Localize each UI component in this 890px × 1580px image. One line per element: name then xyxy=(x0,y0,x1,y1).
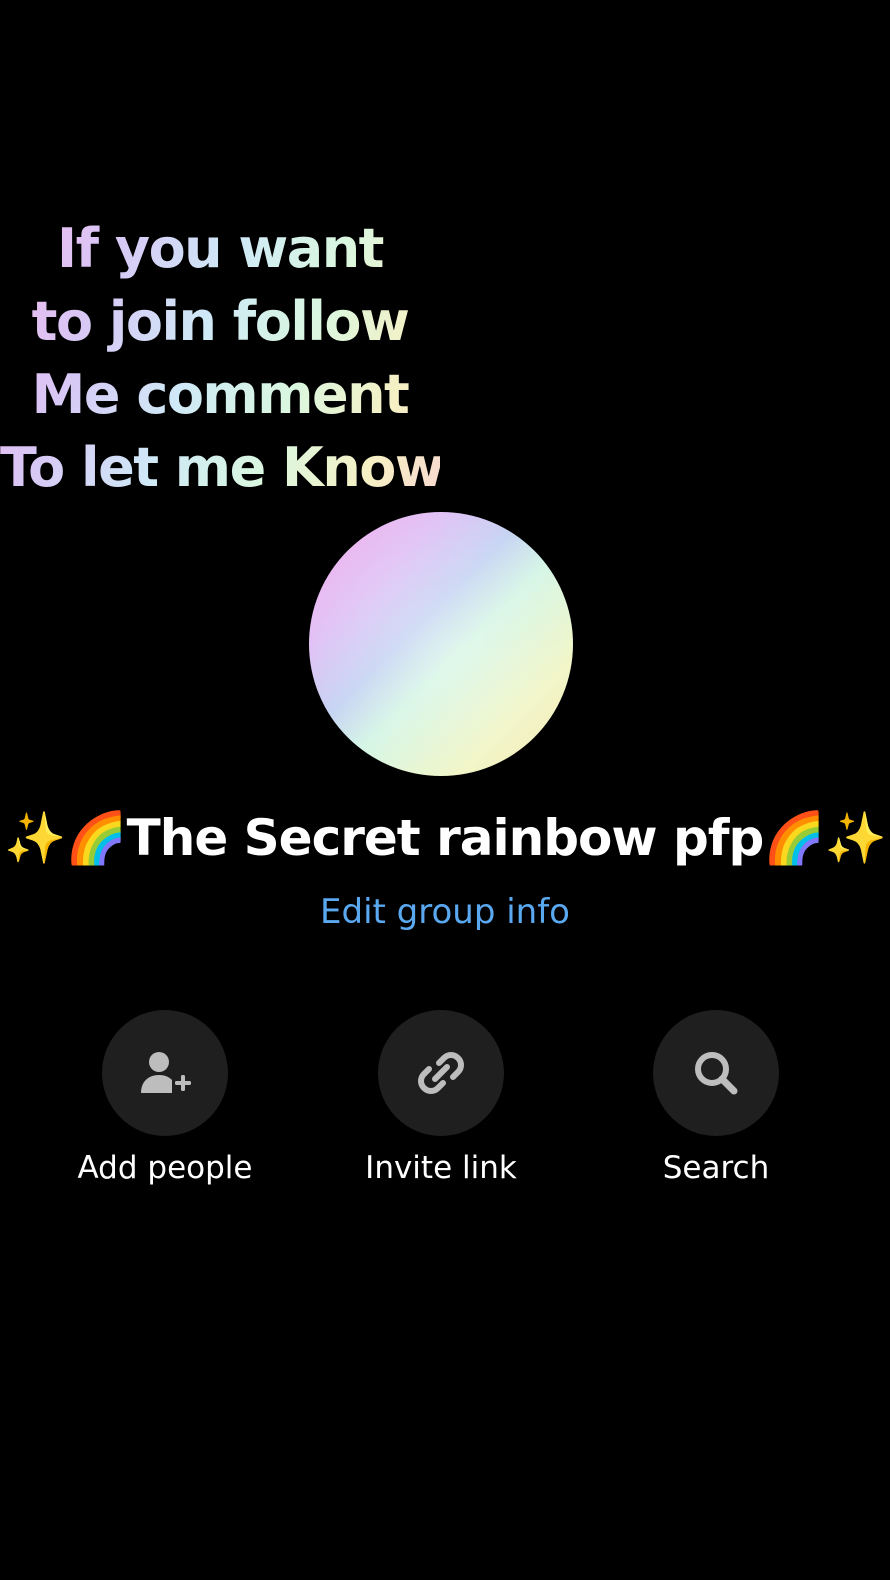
search-icon-circle[interactable] xyxy=(653,1010,779,1136)
add-people-icon-circle[interactable] xyxy=(102,1010,228,1136)
add-people-button[interactable]: Add people xyxy=(55,1010,275,1188)
add-people-label: Add people xyxy=(77,1150,253,1186)
group-name: ✨🌈The Secret rainbow pfp🌈✨ xyxy=(4,809,887,867)
overlay-caption-line: If you want xyxy=(56,217,383,280)
overlay-caption-line: Me comment xyxy=(31,363,409,426)
search-button[interactable]: Search xyxy=(606,1010,826,1188)
invite-link-button[interactable]: Invite link xyxy=(331,1010,551,1188)
invite-link-label: Invite link xyxy=(365,1150,517,1186)
overlay-caption-line: To let me Know xyxy=(0,436,444,499)
add-person-icon xyxy=(141,1052,191,1093)
search-label: Search xyxy=(662,1150,770,1186)
link-icon xyxy=(418,1052,464,1094)
invite-link-icon-circle[interactable] xyxy=(378,1010,504,1136)
group-avatar[interactable] xyxy=(309,512,573,776)
edit-group-info-link[interactable]: Edit group info xyxy=(0,890,890,934)
overlay-caption: If you want to join follow Me comment To… xyxy=(0,212,440,504)
overlay-caption-line: to join follow xyxy=(31,290,409,353)
search-icon xyxy=(695,1052,738,1095)
